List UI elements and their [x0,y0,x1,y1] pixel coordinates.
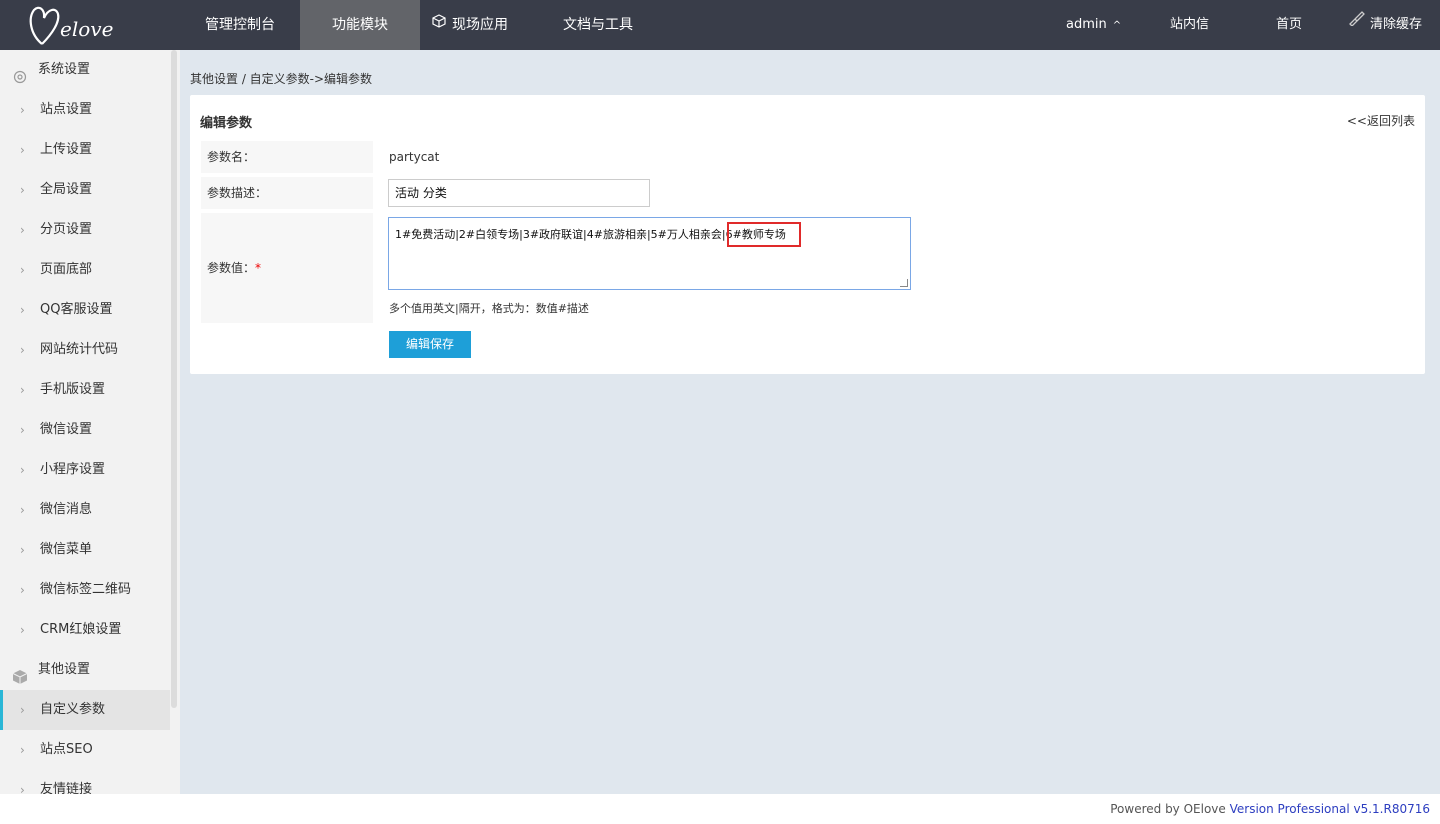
chevron-right-icon: › [20,743,25,757]
sidebar-item-label: 手机版设置 [40,382,106,397]
required-mark: * [255,261,262,275]
chevron-right-icon: › [20,543,25,557]
chevron-right-icon: › [20,423,25,437]
param-value-textarea[interactable]: 1#免费活动|2#白领专场|3#政府联谊|4#旅游相亲|5#万人相亲会|6#教师… [388,217,911,290]
chevron-up-icon: ^ [1112,20,1122,31]
home-link[interactable]: 首页 [1276,0,1302,50]
save-button[interactable]: 编辑保存 [389,331,471,358]
sidebar-item-label: CRM红娘设置 [40,622,122,637]
username: admin [1066,17,1107,32]
nav-docs-tools[interactable]: 文档与工具 [548,0,648,50]
cube-icon [432,0,446,49]
sidebar-item-label: 小程序设置 [40,462,106,477]
sidebar-item-custom-params[interactable]: › 自定义参数 [0,690,170,730]
param-value-label: 参数值：* [201,213,373,323]
chevron-right-icon: › [20,303,25,317]
sidebar-item-label: 上传设置 [40,142,93,157]
sidebar-item-site-seo[interactable]: › 站点SEO [0,730,170,770]
user-menu[interactable]: admin ^ [1066,0,1121,50]
sidebar-item-wechat-settings[interactable]: › 微信设置 [0,410,170,450]
gear-icon [12,62,28,84]
sidebar-item-wechat-tag-qrcode[interactable]: › 微信标签二维码 [0,570,170,610]
chevron-right-icon: › [20,103,25,117]
resize-grip-icon[interactable] [900,279,908,287]
sidebar-item-pagination-settings[interactable]: › 分页设置 [0,210,170,250]
panel-title: 编辑参数 [200,116,253,131]
sidebar-item-mobile-settings[interactable]: › 手机版设置 [0,370,170,410]
chevron-right-icon: › [20,623,25,637]
sidebar-item-label: 全局设置 [40,182,93,197]
edit-param-panel: 编辑参数 <<返回列表 参数名： partycat 参数描述： 活动 分类 参数… [190,95,1425,374]
sidebar-item-wechat-menu[interactable]: › 微信菜单 [0,530,170,570]
sidebar-item-wechat-messages[interactable]: › 微信消息 [0,490,170,530]
sidebar-item-site-settings[interactable]: › 站点设置 [0,90,170,130]
chevron-right-icon: › [20,463,25,477]
sidebar-item-label: 微信菜单 [40,542,93,557]
box-icon [12,662,28,684]
sidebar-item-global-settings[interactable]: › 全局设置 [0,170,170,210]
param-name-value: partycat [389,150,440,164]
sidebar-item-crm-matchmaker[interactable]: › CRM红娘设置 [0,610,170,650]
sidebar-item-label: 友情链接 [40,782,93,794]
chevron-right-icon: › [20,503,25,517]
sidebar-group-system-settings[interactable]: 系统设置 [0,50,170,90]
sidebar-item-label: 站点设置 [40,102,93,117]
chevron-right-icon: › [20,343,25,357]
top-navigation-bar: elove 管理控制台 功能模块 现场应用 文档与工具 admin ^ 站内信 首… [0,0,1440,50]
chevron-right-icon: › [20,223,25,237]
nav-dashboard[interactable]: 管理控制台 [190,0,290,50]
back-to-list-link[interactable]: <<返回列表 [1347,112,1415,129]
sidebar-group-other-settings[interactable]: 其他设置 [0,650,170,690]
sidebar-item-label: 分页设置 [40,222,93,237]
nav-onsite-apps-label: 现场应用 [452,17,508,33]
sidebar-item-label: 页面底部 [40,262,93,277]
footer-text: Powered by OElove Version Professional v… [1110,802,1430,816]
sidebar-group-label: 其他设置 [38,662,91,677]
clear-cache-label: 清除缓存 [1370,17,1423,32]
sidebar-item-label: 自定义参数 [40,702,106,717]
sidebar-item-miniprogram-settings[interactable]: › 小程序设置 [0,450,170,490]
clear-cache-button[interactable]: 清除缓存 [1348,0,1422,50]
sidebar-item-page-footer[interactable]: › 页面底部 [0,250,170,290]
version-link[interactable]: Version Professional v5.1.R80716 [1230,802,1430,816]
sidebar-item-label: 网站统计代码 [40,342,119,357]
param-desc-label: 参数描述： [201,177,373,209]
chevron-right-icon: › [20,183,25,197]
sidebar-item-label: 站点SEO [40,742,93,757]
highlight-annotation [727,222,801,247]
sidebar: 系统设置 › 站点设置 › 上传设置 › 全局设置 › 分页设置 › 页面底部 › QQ客服… [0,50,180,794]
sidebar-item-label: 微信标签二维码 [40,582,132,597]
nav-onsite-apps[interactable]: 现场应用 [420,0,520,50]
chevron-right-icon: › [20,143,25,157]
chevron-right-icon: › [20,263,25,277]
sidebar-item-qq-service[interactable]: › QQ客服设置 [0,290,170,330]
nav-function-modules[interactable]: 功能模块 [300,0,420,50]
sidebar-item-stats-code[interactable]: › 网站统计代码 [0,330,170,370]
param-value-hint: 多个值用英文|隔开，格式为：数值#描述 [389,302,589,315]
chevron-right-icon: › [20,583,25,597]
powered-by: Powered by OElove [1110,802,1230,816]
footer: Powered by OElove Version Professional v… [0,794,1440,824]
chevron-right-icon: › [20,783,25,794]
sidebar-item-label: 微信消息 [40,502,93,517]
breadcrumb: 其他设置 / 自定义参数->编辑参数 [190,72,373,86]
sidebar-scrollbar[interactable] [171,50,177,708]
sidebar-group-label: 系统设置 [38,62,91,77]
param-name-label: 参数名： [201,141,373,173]
svg-text:elove: elove [60,17,113,41]
chevron-right-icon: › [20,383,25,397]
sidebar-item-label: 微信设置 [40,422,93,437]
chevron-right-icon: › [20,703,25,717]
brush-icon [1348,0,1366,48]
param-desc-input[interactable]: 活动 分类 [388,179,650,207]
messages-link[interactable]: 站内信 [1170,0,1209,50]
param-value-label-text: 参数值： [207,261,256,275]
sidebar-item-upload-settings[interactable]: › 上传设置 [0,130,170,170]
sidebar-item-friend-links[interactable]: › 友情链接 [0,770,170,794]
sidebar-item-label: QQ客服设置 [40,302,113,317]
oelove-logo[interactable]: elove [26,4,126,48]
